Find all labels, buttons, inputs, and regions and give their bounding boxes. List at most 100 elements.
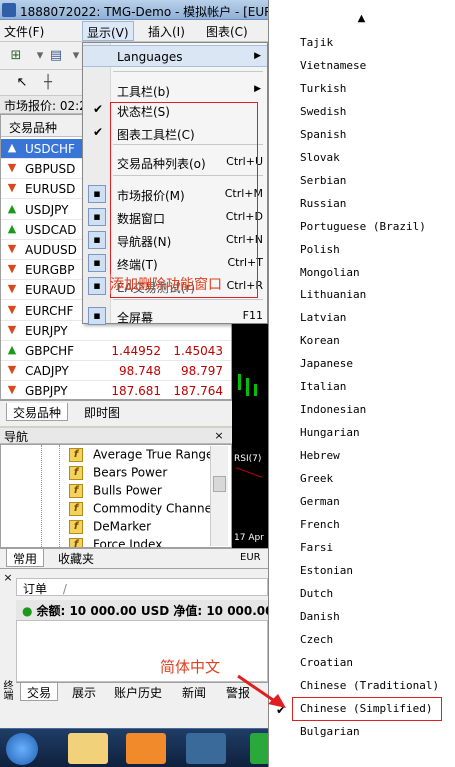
navigator-item[interactable]: f Bulls Power bbox=[69, 483, 162, 501]
close-icon[interactable]: × bbox=[212, 429, 226, 443]
language-item[interactable]: Farsi bbox=[300, 541, 450, 563]
function-icon: f bbox=[69, 537, 83, 547]
symbol-name: EURAUD bbox=[25, 283, 76, 298]
language-item[interactable]: Greek bbox=[300, 472, 450, 494]
language-item[interactable]: Latvian bbox=[300, 311, 450, 333]
language-item[interactable]: Croatian bbox=[300, 656, 450, 678]
language-item[interactable]: Czech bbox=[300, 633, 450, 655]
tab-symbols[interactable]: 交易品种 bbox=[6, 403, 69, 421]
tree-line bbox=[41, 445, 42, 547]
market-row[interactable]: ▼ CADJPY 98.748 98.797 bbox=[1, 361, 231, 382]
language-item[interactable]: Bulgarian bbox=[300, 725, 450, 747]
bid-price: 1.44952 bbox=[111, 344, 161, 358]
tab-news[interactable]: 新闻 bbox=[176, 683, 212, 701]
tab-exposure[interactable]: 展示 bbox=[66, 683, 102, 701]
language-item[interactable]: Turkish bbox=[300, 82, 450, 104]
view-menu-item[interactable]: ▪ 全屏幕 F11 bbox=[83, 305, 267, 327]
taskbar bbox=[0, 728, 290, 767]
tab-chart-eurusd[interactable]: EUR bbox=[240, 552, 261, 563]
tab-favorites[interactable]: 收藏夹 bbox=[52, 549, 100, 567]
language-item[interactable]: Slovak bbox=[300, 151, 450, 173]
navigator-item[interactable]: f Average True Range bbox=[69, 447, 213, 465]
menu-item-shortcut: F11 bbox=[242, 309, 263, 322]
tab-trade[interactable]: 交易 bbox=[20, 683, 59, 701]
navigator-icon: ▪ bbox=[88, 231, 106, 249]
market-row[interactable]: ▲ GBPCHF 1.44952 1.45043 bbox=[1, 341, 231, 361]
language-item[interactable]: Vietnamese bbox=[300, 59, 450, 81]
terminal-body bbox=[16, 620, 268, 682]
language-item[interactable]: Hungarian bbox=[300, 426, 450, 448]
menu-charts[interactable]: 图表(C) bbox=[206, 23, 248, 40]
language-item[interactable]: Spanish bbox=[300, 128, 450, 150]
arrow-down-icon: ▼ bbox=[7, 383, 17, 397]
tab-tick-chart[interactable]: 即时图 bbox=[78, 403, 126, 421]
language-item[interactable]: Lithuanian bbox=[300, 288, 450, 310]
language-item[interactable]: Polish bbox=[300, 243, 450, 265]
language-item[interactable]: French bbox=[300, 518, 450, 540]
sort-icon: / bbox=[62, 582, 67, 596]
annotation-simplified-chinese: 简体中文 bbox=[160, 658, 221, 676]
arrow-down-icon: ▼ bbox=[7, 181, 17, 195]
language-item[interactable]: Hebrew bbox=[300, 449, 450, 471]
submenu-arrow-icon: ▶ bbox=[254, 84, 261, 94]
view-menu-item[interactable]: 工具栏(b) ▶ bbox=[83, 79, 267, 101]
language-item[interactable]: Serbian bbox=[300, 174, 450, 196]
profiles-icon[interactable]: ▤ bbox=[46, 46, 66, 66]
tab-account-history[interactable]: 账户历史 bbox=[108, 683, 168, 701]
browser-icon[interactable] bbox=[186, 733, 226, 764]
market-row[interactable]: ▼ GBPJPY 187.681 187.764 bbox=[1, 381, 231, 402]
tab-common[interactable]: 常用 bbox=[6, 549, 45, 567]
function-icon: f bbox=[69, 501, 83, 516]
arrow-down-icon: ▼ bbox=[7, 242, 17, 255]
navigator-item[interactable]: f DeMarker bbox=[69, 519, 151, 537]
symbol-name: GBPJPY bbox=[25, 384, 68, 399]
arrow-up-icon: ▲ bbox=[7, 221, 17, 235]
navigator-item[interactable]: f Force Index bbox=[69, 537, 162, 547]
crosshair-icon[interactable]: ┼ bbox=[38, 73, 58, 93]
scroll-up-icon[interactable]: ▲ bbox=[268, 12, 455, 26]
menu-file[interactable]: 文件(F) bbox=[4, 23, 44, 40]
cursor-icon[interactable]: ↖ bbox=[12, 73, 32, 93]
explorer-icon[interactable] bbox=[68, 733, 108, 764]
symbol-name: AUDUSD bbox=[25, 243, 77, 257]
function-icon: f bbox=[69, 447, 83, 462]
new-chart-icon[interactable]: ⊞ bbox=[6, 46, 26, 66]
rsi-label: RSI(7) bbox=[234, 454, 262, 464]
candle bbox=[238, 374, 241, 390]
language-item[interactable]: Dutch bbox=[300, 587, 450, 609]
ask-price: 1.45043 bbox=[173, 344, 223, 358]
menu-item-label: 工具栏(b) bbox=[117, 85, 170, 99]
tree-line bbox=[59, 445, 60, 547]
column-symbol[interactable]: 交易品种 bbox=[9, 119, 57, 136]
symbol-name: GBPUSD bbox=[25, 162, 76, 177]
view-menu-item[interactable]: Languages ▶ bbox=[83, 45, 267, 67]
language-item[interactable]: Estonian bbox=[300, 564, 450, 586]
close-icon[interactable]: × bbox=[2, 572, 14, 584]
media-player-icon[interactable] bbox=[126, 733, 166, 764]
language-item[interactable]: Swedish bbox=[300, 105, 450, 127]
language-item[interactable]: Danish bbox=[300, 610, 450, 632]
language-item[interactable]: Portuguese (Brazil) bbox=[300, 220, 450, 242]
navigator-item[interactable]: f Bears Power bbox=[69, 465, 167, 483]
order-column[interactable]: 订单 bbox=[23, 582, 47, 596]
annotation-box bbox=[110, 102, 258, 298]
menu-view[interactable]: 显示(V) bbox=[82, 21, 134, 41]
check-icon: ✔ bbox=[93, 102, 104, 116]
language-item[interactable]: Indonesian bbox=[300, 403, 450, 425]
language-item[interactable]: Korean bbox=[300, 334, 450, 356]
navigator-item[interactable]: f Commodity Channel I bbox=[69, 501, 223, 519]
navigator-scrollbar[interactable] bbox=[210, 446, 228, 546]
arrow-down-icon: ▼ bbox=[7, 262, 17, 276]
symbol-name: EURCHF bbox=[25, 303, 74, 318]
language-item[interactable]: Tajik bbox=[300, 36, 450, 58]
language-item[interactable]: German bbox=[300, 495, 450, 517]
menu-insert[interactable]: 插入(I) bbox=[148, 23, 185, 40]
language-item[interactable]: Russian bbox=[300, 197, 450, 219]
language-item[interactable]: Japanese bbox=[300, 357, 450, 379]
balance-row: ●余额: 10 000.00 USD 净值: 10 000.00 可用 bbox=[16, 600, 268, 620]
language-item[interactable]: Italian bbox=[300, 380, 450, 402]
scroll-thumb[interactable] bbox=[213, 476, 226, 492]
ask-price: 98.797 bbox=[181, 364, 223, 379]
start-button-icon[interactable] bbox=[6, 733, 38, 765]
language-item[interactable]: Mongolian bbox=[300, 266, 450, 288]
